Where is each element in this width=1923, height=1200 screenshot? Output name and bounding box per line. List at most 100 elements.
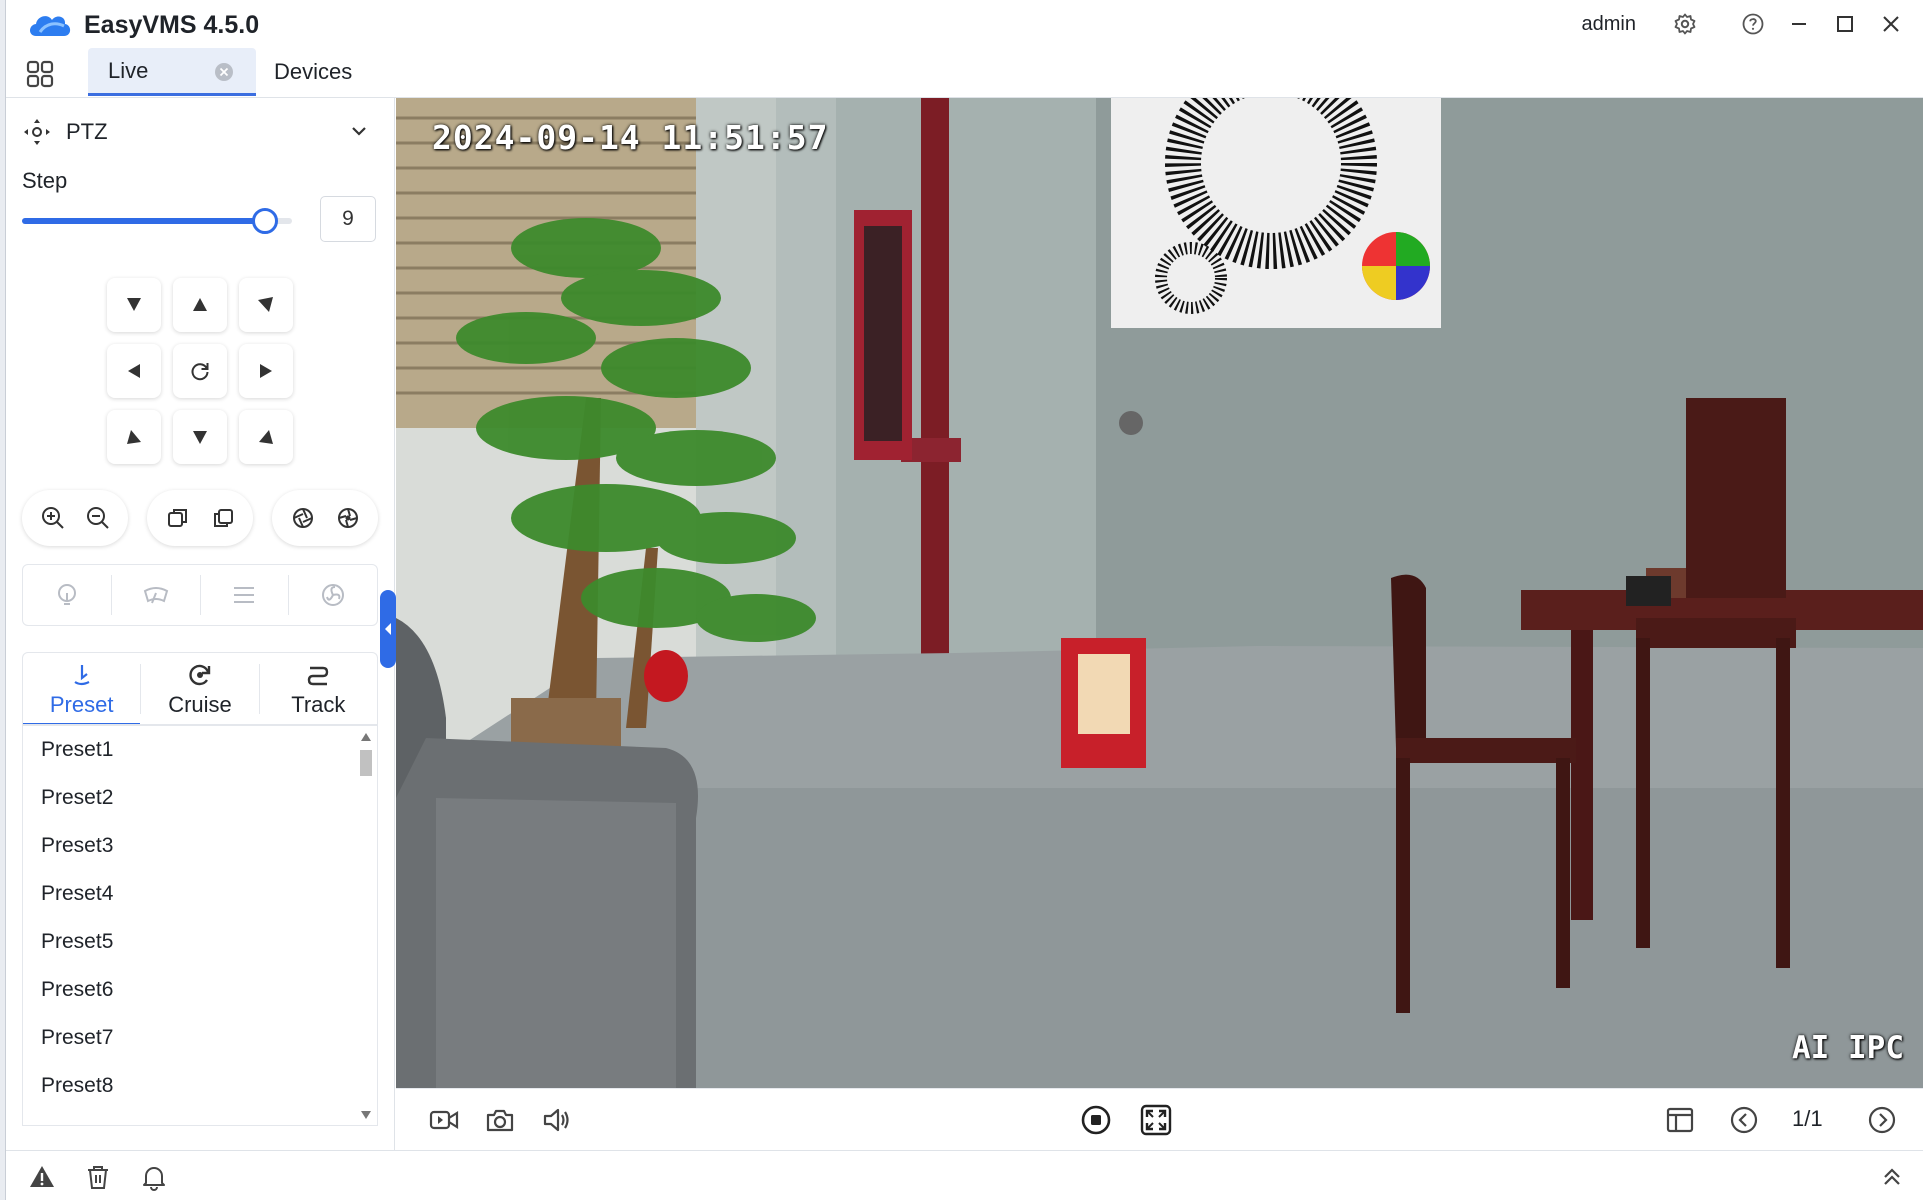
iris-close-button[interactable] bbox=[331, 501, 365, 535]
iris-close-icon bbox=[337, 508, 358, 528]
live-video-view[interactable]: 2024-09-14 11:51:57 AI IPC bbox=[396, 98, 1923, 1088]
tab-cruise[interactable]: Cruise bbox=[141, 653, 258, 724]
preset-list: Preset1 Preset2 Preset3 Preset4 Preset5 … bbox=[22, 724, 378, 1126]
list-item[interactable]: Preset6 bbox=[23, 966, 377, 1014]
prev-page-button[interactable] bbox=[1726, 1102, 1762, 1138]
fullscreen-button[interactable] bbox=[1138, 1102, 1174, 1138]
tab-preset-label: Preset bbox=[49, 691, 114, 717]
list-item[interactable]: Preset7 bbox=[23, 1014, 377, 1062]
stop-all-button[interactable] bbox=[1078, 1102, 1114, 1138]
app-title: EasyVMS 4.5.0 bbox=[84, 11, 260, 39]
ptz-joystick-icon bbox=[24, 119, 50, 145]
layout-button[interactable] bbox=[1662, 1102, 1698, 1138]
track-icon bbox=[308, 666, 329, 685]
list-item[interactable]: Preset3 bbox=[23, 822, 377, 870]
audio-button[interactable] bbox=[538, 1102, 574, 1138]
refresh-icon bbox=[191, 363, 209, 381]
light-icon bbox=[57, 584, 76, 605]
tab-track[interactable]: Track bbox=[260, 653, 377, 724]
trash-icon bbox=[88, 1166, 108, 1189]
app-window: EasyVMS 4.5.0 admin Live Devices PTZ Ste… bbox=[5, 0, 1923, 1200]
tab-preset[interactable]: Preset bbox=[23, 653, 141, 726]
pan-right-button[interactable] bbox=[239, 344, 293, 398]
close-window-icon[interactable] bbox=[1868, 0, 1914, 48]
zoom-in-icon bbox=[41, 507, 64, 529]
help-icon[interactable] bbox=[1730, 0, 1776, 48]
wiper-button[interactable] bbox=[112, 575, 201, 615]
focus-far-button[interactable] bbox=[206, 501, 240, 535]
list-item[interactable]: Preset1 bbox=[23, 726, 377, 774]
minimize-icon[interactable] bbox=[1776, 0, 1822, 48]
ptz-section-header[interactable]: PTZ bbox=[22, 114, 376, 150]
caret-left-icon bbox=[385, 623, 391, 635]
scroll-down-icon[interactable] bbox=[360, 1110, 372, 1120]
record-button[interactable] bbox=[426, 1102, 462, 1138]
maximize-icon[interactable] bbox=[1822, 0, 1868, 48]
list-item[interactable]: Preset9 bbox=[23, 1110, 377, 1125]
record-video-icon bbox=[429, 1110, 459, 1130]
expand-panel-button[interactable] bbox=[1878, 1163, 1906, 1191]
zoom-in-button[interactable] bbox=[36, 501, 70, 535]
tab-live[interactable]: Live bbox=[88, 48, 256, 96]
step-label: Step bbox=[22, 168, 68, 193]
iris-open-button[interactable] bbox=[286, 501, 320, 535]
preset-list-scrollbar[interactable] bbox=[355, 726, 377, 1125]
ptz-section-label: PTZ bbox=[66, 119, 108, 144]
aux-control-row bbox=[22, 564, 378, 626]
list-item[interactable]: Preset2 bbox=[23, 774, 377, 822]
focus-near-button[interactable] bbox=[161, 501, 195, 535]
step-value-input[interactable]: 9 bbox=[320, 196, 376, 242]
step-slider[interactable] bbox=[22, 208, 292, 234]
arrow-down-left-icon bbox=[127, 430, 141, 444]
osd-timestamp: 2024-09-14 11:51:57 bbox=[432, 118, 829, 157]
scrollbar-thumb[interactable] bbox=[360, 750, 372, 776]
menu-icon bbox=[234, 587, 255, 603]
next-page-button[interactable] bbox=[1864, 1102, 1900, 1138]
close-tab-icon[interactable] bbox=[214, 62, 234, 82]
chevron-down-icon[interactable] bbox=[348, 120, 370, 142]
step-slider-fill bbox=[22, 218, 265, 224]
alarm-button[interactable] bbox=[28, 1163, 56, 1191]
pan-down-right-button[interactable] bbox=[239, 410, 293, 464]
layout-icon bbox=[1666, 1107, 1694, 1133]
pan-up-right-button[interactable] bbox=[239, 278, 293, 332]
zoom-out-icon bbox=[86, 507, 109, 529]
snapshot-camera-icon bbox=[486, 1109, 514, 1132]
audio-speaker-icon bbox=[543, 1108, 569, 1132]
pan-left-button[interactable] bbox=[107, 344, 161, 398]
lens-control-row bbox=[22, 490, 382, 546]
ptz-panel: PTZ Step 9 Preset Cruise Track Preset1 P… bbox=[6, 98, 396, 1150]
settings-gear-icon[interactable] bbox=[1662, 0, 1708, 48]
user-name[interactable]: admin bbox=[1582, 13, 1636, 36]
iris-group bbox=[272, 490, 378, 546]
osd-camera-name: AI IPC bbox=[1792, 1030, 1904, 1066]
ptz-reset-button[interactable] bbox=[173, 344, 227, 398]
trash-button[interactable] bbox=[84, 1163, 112, 1191]
tab-live-label: Live bbox=[108, 57, 149, 83]
tab-cruise-label: Cruise bbox=[168, 691, 232, 717]
scroll-up-icon[interactable] bbox=[360, 732, 372, 742]
tab-devices-label: Devices bbox=[274, 59, 353, 84]
menu-button[interactable] bbox=[201, 575, 290, 615]
pan-down-button[interactable] bbox=[173, 410, 227, 464]
fan-button[interactable] bbox=[289, 575, 377, 615]
zoom-out-button[interactable] bbox=[81, 501, 115, 535]
direction-pad bbox=[107, 278, 297, 468]
pan-up-left-button[interactable] bbox=[107, 278, 161, 332]
snapshot-button[interactable] bbox=[482, 1102, 518, 1138]
step-slider-thumb[interactable] bbox=[252, 208, 278, 234]
light-button[interactable] bbox=[23, 575, 112, 615]
fullscreen-icon bbox=[1140, 1104, 1172, 1136]
pan-down-left-button[interactable] bbox=[107, 410, 161, 464]
list-item[interactable]: Preset4 bbox=[23, 870, 377, 918]
arrow-up-left-icon bbox=[127, 298, 141, 311]
app-grid-icon[interactable] bbox=[24, 58, 56, 90]
notification-button[interactable] bbox=[140, 1163, 168, 1191]
tab-devices[interactable]: Devices bbox=[274, 48, 352, 96]
collapse-panel-handle[interactable] bbox=[380, 590, 396, 668]
tab-track-label: Track bbox=[291, 691, 346, 717]
pan-up-button[interactable] bbox=[173, 278, 227, 332]
prev-page-icon bbox=[1730, 1106, 1758, 1134]
list-item[interactable]: Preset5 bbox=[23, 918, 377, 966]
list-item[interactable]: Preset8 bbox=[23, 1062, 377, 1110]
